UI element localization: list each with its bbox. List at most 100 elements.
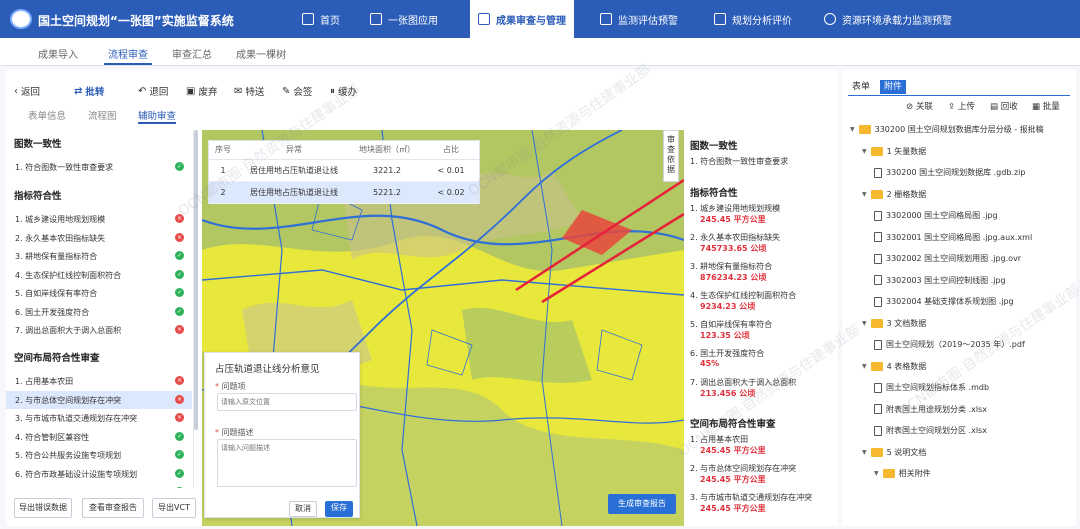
back-button[interactable]: ‹ 返回 xyxy=(14,84,40,99)
nav-capacity-warning[interactable]: 资源环境承载力监测预警 xyxy=(824,0,952,38)
subtab-import[interactable]: 成果导入 xyxy=(38,46,78,61)
app-title: 国土空间规划“一张图”实施监督系统 xyxy=(38,14,234,28)
export-errors-button[interactable]: 导出错误数据 xyxy=(14,498,72,518)
results-item-value: 213.456 公顷 xyxy=(700,389,756,398)
error-icon: × xyxy=(175,214,184,223)
subtab-results-tree[interactable]: 成果一棵树 xyxy=(236,46,286,61)
file-icon xyxy=(874,404,882,414)
tab-assisted-review[interactable]: 辅助审查 xyxy=(138,108,177,124)
nav-monitoring[interactable]: 监测评估预警 xyxy=(600,0,678,38)
tree-file[interactable]: 附表国土用途规划分类 .xlsx xyxy=(874,404,987,415)
results-section-title: 指标符合性 xyxy=(690,188,738,199)
export-vct-button[interactable]: 导出VCT xyxy=(152,498,196,518)
checklist-item[interactable]: 2. 与市总体空间规划存在冲突 × xyxy=(6,390,192,409)
tree-folder[interactable]: ▼ 4 表格数据 xyxy=(862,361,926,372)
cell-anomaly: 居住用地占压轨道退让线 xyxy=(237,181,351,204)
tree-folder[interactable]: ▼ 3 文档数据 xyxy=(862,318,926,329)
nav-one-map[interactable]: 一张图应用 xyxy=(370,0,438,38)
checklist-item[interactable]: 5. 自如岸线保有率符合 ✓ xyxy=(6,284,192,302)
results-item-value: 9234.23 公顷 xyxy=(700,302,756,311)
nav-planning-analysis[interactable]: 规划分析评价 xyxy=(714,0,792,38)
tree-folder[interactable]: ▼ 相关附件 xyxy=(874,468,931,479)
chevron-down-icon[interactable]: ▼ xyxy=(874,470,879,477)
subtab-summary[interactable]: 审查汇总 xyxy=(172,46,212,61)
view-report-button[interactable]: 查看审查报告 xyxy=(82,498,144,518)
checklist-item[interactable]: 2. 永久基本农田指标缺失 × xyxy=(6,229,192,247)
chevron-down-icon[interactable]: ▼ xyxy=(862,363,867,370)
generate-report-button[interactable]: 生成审查报告 xyxy=(608,494,676,514)
special-send-button[interactable]: ✉ 特送 xyxy=(234,84,264,99)
save-button[interactable]: 保存 xyxy=(325,501,353,517)
nav-home[interactable]: 首页 xyxy=(302,0,340,38)
tree-file[interactable]: 国土空间规划指标体系 .mdb xyxy=(874,382,989,393)
file-icon xyxy=(874,253,882,264)
tab-form[interactable]: 表单 xyxy=(848,80,874,94)
file-icon xyxy=(874,210,882,221)
tab-attachments[interactable]: 附件 xyxy=(880,80,907,94)
checklist-item[interactable]: 3. 与市城市轨道交通规划存在冲突 × xyxy=(6,409,192,427)
checklist-item[interactable]: 5. 符合公共服务设施专项规划 ✓ xyxy=(6,446,192,464)
tree-folder[interactable]: ▼ 2 栅格数据 xyxy=(862,189,926,200)
batch-button[interactable]: ▦ 批量 xyxy=(1032,100,1060,112)
forward-button[interactable]: ⇄ 批转 xyxy=(74,84,104,99)
tree-file[interactable]: 330200 国土空间规划数据库 .gdb.zip xyxy=(874,167,1025,178)
chevron-down-icon[interactable]: ▼ xyxy=(862,148,867,155)
chevron-down-icon[interactable]: ▼ xyxy=(862,449,867,456)
results-item-label: 6. 国土开发强度符合 xyxy=(690,349,765,358)
tab-form-info[interactable]: 表单信息 xyxy=(28,108,66,122)
return-button[interactable]: ↶ 退回 xyxy=(138,84,168,99)
recycle-button[interactable]: ▤ 回收 xyxy=(990,100,1018,112)
tab-flowchart[interactable]: 流程图 xyxy=(88,108,117,122)
link-button[interactable]: ⊘ 关联 xyxy=(906,100,933,112)
checklist-item[interactable]: 1. 占用基本农田 × xyxy=(6,372,192,390)
checklist-item[interactable]: 1. 城乡建设用地规划规模 × xyxy=(6,210,192,228)
tree-file[interactable]: 3302000 国土空间格局图 .jpg xyxy=(874,210,998,221)
issue-input[interactable] xyxy=(217,393,357,411)
discard-button[interactable]: ▣ 废弃 xyxy=(186,84,217,99)
countersign-button[interactable]: ✎ 会签 xyxy=(282,84,312,99)
folder-icon xyxy=(870,361,883,371)
chevron-down-icon[interactable]: ▼ xyxy=(850,126,855,133)
tree-folder[interactable]: ▼ 1 矢量数据 xyxy=(862,146,926,157)
checklist-item[interactable]: 4. 符合管制区兼容性 ✓ xyxy=(6,428,192,446)
chevron-down-icon[interactable]: ▼ xyxy=(862,191,867,198)
folder-icon xyxy=(870,146,883,156)
tree-file[interactable]: 3302003 国土空间控制线图 .jpg xyxy=(874,275,1006,286)
description-label: 问题描述 xyxy=(215,427,254,438)
table-row[interactable]: 1 居住用地占压轨道退让线 3221.2 < 0.01 xyxy=(209,159,479,182)
subtab-process-review[interactable]: 流程审查 xyxy=(104,46,152,65)
checklist-item[interactable]: 1. 符合图数一致性审查要求 ✓ xyxy=(6,158,192,176)
checklist-item[interactable]: 6. 国土开发强度符合 ✓ xyxy=(6,303,192,321)
check-icon: ✓ xyxy=(175,288,184,297)
results-item-label: 7. 调出总面积大于调入总面积 xyxy=(690,378,797,387)
checklist-item[interactable]: 7. 调出总面积大于调入总面积 × xyxy=(6,321,192,339)
error-icon: × xyxy=(175,325,184,334)
review-basis-tab[interactable]: 审查依据 xyxy=(663,130,679,182)
attachments-panel: 表单 附件 ⊘ 关联 ⇪ 上传 ▤ 回收 ▦ 批量 ▼ 330200 国土空间规划… xyxy=(842,70,1076,526)
results-item-label: 2. 与市总体空间规划存在冲突 xyxy=(690,464,797,473)
checklist-item[interactable]: 4. 生态保护红线控制面积符合 ✓ xyxy=(6,266,192,284)
description-textarea[interactable] xyxy=(217,439,357,487)
tree-file[interactable]: 3302001 国土空间格局图 .jpg.aux.xml xyxy=(874,232,1032,243)
cancel-button[interactable]: 取消 xyxy=(289,501,317,517)
upload-button[interactable]: ⇪ 上传 xyxy=(948,100,975,112)
tree-folder[interactable]: ▼ 330200 国土空间规划数据库分层分级 - 报批稿 xyxy=(850,124,1044,135)
checklist-item-label: 7. 调出总面积大于调入总面积 xyxy=(15,326,122,335)
tree-file[interactable]: 3302002 国土空间规划用图 .jpg.ovr xyxy=(874,253,1021,264)
checklist-scrollbar[interactable] xyxy=(194,130,198,430)
tree-folder[interactable]: ▼ 5 说明文档 xyxy=(862,447,926,458)
checklist-item[interactable]: 7. 符合公共服务设施专项规划 ✓ xyxy=(6,483,192,488)
chevron-down-icon[interactable]: ▼ xyxy=(862,320,867,327)
checklist-item[interactable]: 6. 符合市政基础设计设施专项规划 ✓ xyxy=(6,465,192,483)
tree-file[interactable]: 国土空间规划（2019～2035 年）.pdf xyxy=(874,339,1025,350)
postpone-button[interactable]: ⏸ 缓办 xyxy=(330,84,357,99)
tree-file[interactable]: 3302004 基础支撑体系规划图 .jpg xyxy=(874,296,1014,307)
send-icon: ✉ xyxy=(234,85,243,97)
check-icon: ✓ xyxy=(175,487,184,488)
table-row-selected[interactable]: 2 居住用地占压轨道退让线 5221.2 < 0.02 xyxy=(209,181,479,204)
nav-review-management[interactable]: 成果审查与管理 xyxy=(470,0,574,38)
checklist-item[interactable]: 3. 耕地保有量指标符合 ✓ xyxy=(6,247,192,265)
tree-file[interactable]: 附表国土空间规划分区 .xlsx xyxy=(874,425,987,436)
error-icon: × xyxy=(175,413,184,422)
results-item-label: 1. 占用基本农田 xyxy=(690,435,749,444)
